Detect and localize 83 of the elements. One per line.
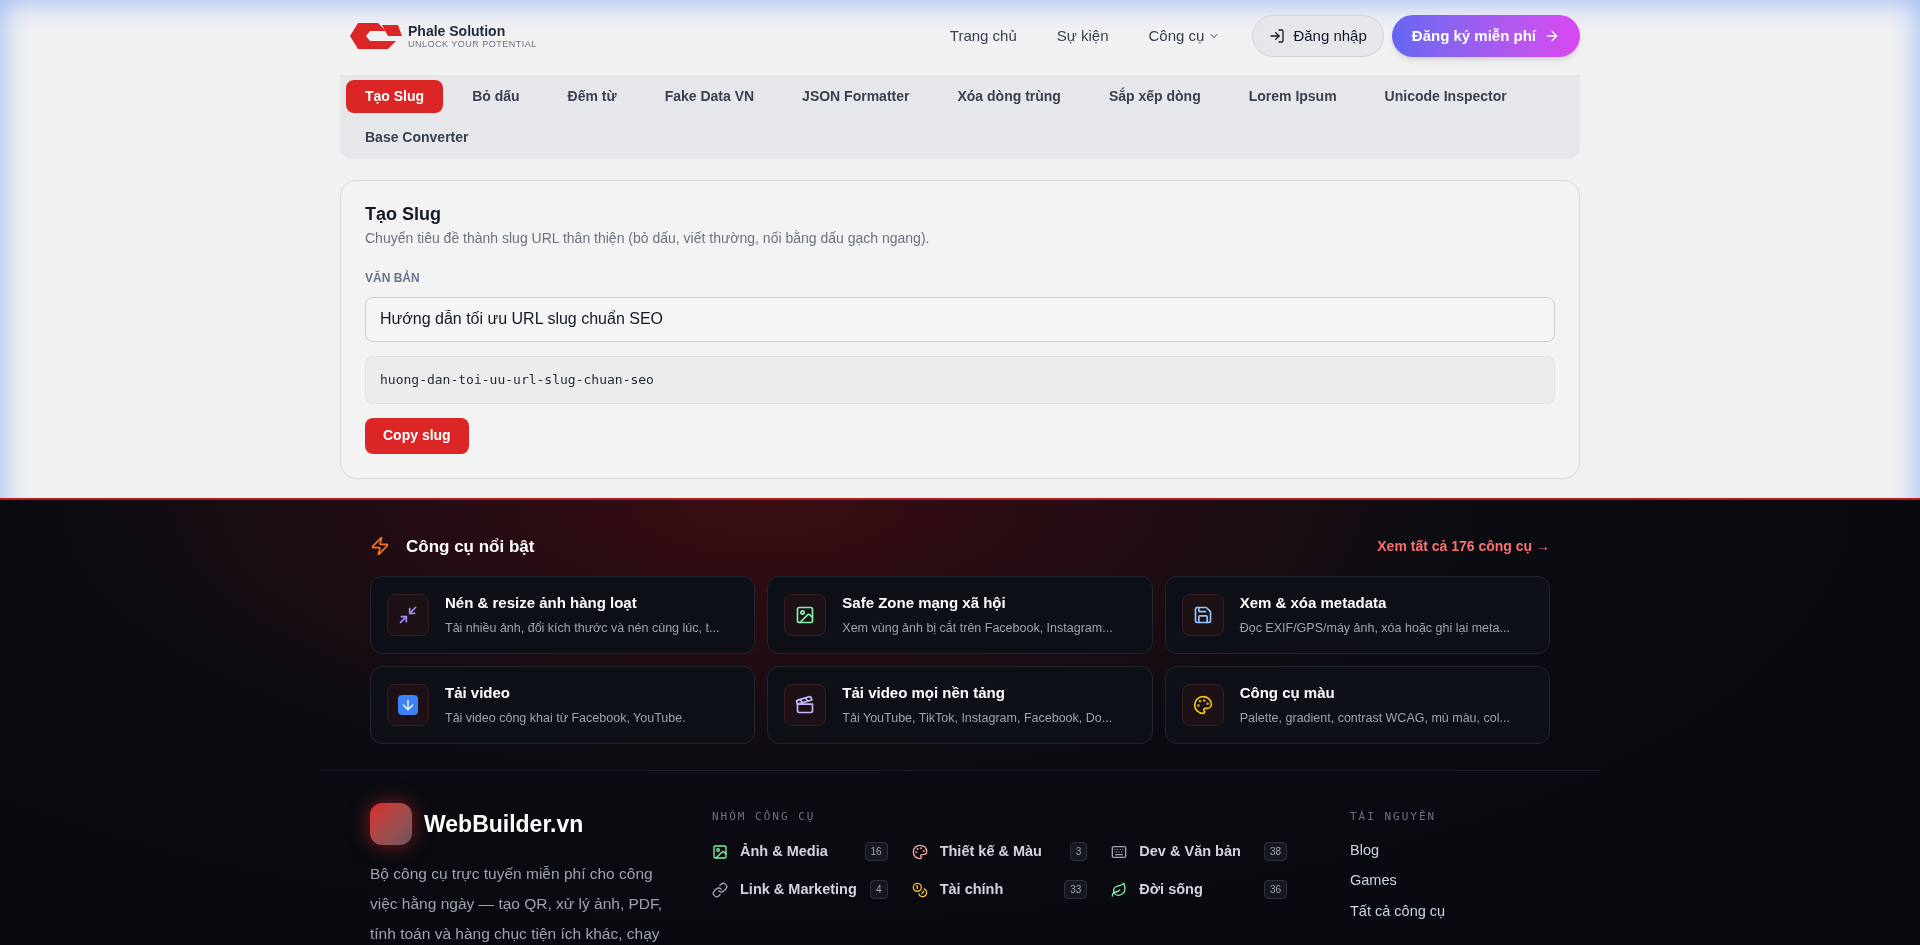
footer-brand: WebBuilder.vn	[424, 809, 584, 839]
tool-title: Tải video	[445, 683, 512, 704]
tool-title: Công cụ màu	[1239, 683, 1336, 704]
tool-description: Tải nhiều ảnh, đổi kích thước và nén cùng lúc, t...	[445, 619, 720, 637]
tool-card[interactable]: Nén & resize ảnh hàng loạt Tải nhiều ảnh, đổi kích thước và nén cùng lúc, t...	[370, 576, 756, 654]
copy-slug-button[interactable]: Copy slug	[365, 417, 469, 454]
column-heading: NHÓM CÔNG CỤ	[712, 809, 817, 825]
tool-tab[interactable]: Unicode Inspector	[1365, 80, 1526, 113]
column-heading: TÀI NGUYÊN	[1350, 809, 1438, 825]
resource-link[interactable]: Tất cả công cụ	[1350, 901, 1550, 923]
slug-output: huong-dan-toi-uu-url-slug-chuan-seo	[365, 355, 1555, 404]
tool-title: Xem & xóa metadata	[1239, 593, 1388, 614]
section-title: Công cụ nổi bật	[406, 535, 535, 558]
logo-icon	[348, 21, 404, 51]
count-badge: 36	[1263, 880, 1287, 899]
category-label: Tài chính	[939, 879, 1005, 899]
category-label: Ảnh & Media	[740, 841, 829, 861]
tool-card[interactable]: Công cụ màu Palette, gradient, contrast WCAG, mù màu, col...	[1164, 666, 1550, 744]
tool-description: Tải video công khai từ Facebook, YouTube.	[445, 709, 686, 727]
count-badge: 4	[870, 880, 888, 899]
count-badge: 33	[1064, 880, 1088, 899]
brand-tagline: UNLOCK YOUR POTENTIAL	[408, 39, 537, 49]
tool-description: Tải YouTube, TikTok, Instagram, Facebook, Do...	[842, 709, 1113, 727]
tool-description: Palette, gradient, contrast WCAG, mù màu, col...	[1239, 709, 1510, 727]
category-label: Thiết kế & Màu	[939, 841, 1043, 861]
link-icon	[712, 881, 728, 898]
login-icon	[1269, 28, 1286, 44]
category-link[interactable]: Tài chính 33	[911, 877, 1088, 902]
category-link[interactable]: Đời sống 36	[1111, 877, 1287, 902]
keyboard-icon	[1111, 843, 1128, 860]
tool-description: Xem vùng ảnh bị cắt trên Facebook, Instagram...	[842, 619, 1113, 637]
nav-link[interactable]: Sự kiện	[1036, 24, 1129, 48]
tool-tab[interactable]: Tạo Slug	[346, 80, 444, 113]
coins-icon	[911, 881, 928, 898]
field-label: VĂN BẢN	[365, 269, 421, 287]
palette-icon	[1192, 695, 1213, 715]
login-button[interactable]: Đăng nhập	[1252, 15, 1384, 57]
category-label: Dev & Văn bản	[1139, 841, 1242, 861]
tool-tab[interactable]: Lorem Ipsum	[1229, 80, 1356, 113]
category-link[interactable]: Thiết kế & Màu 3	[911, 839, 1088, 864]
tool-card[interactable]: Tải video Tải video công khai từ Facebook, YouTube.	[370, 666, 756, 744]
tool-tab[interactable]: JSON Formatter	[783, 80, 929, 113]
tool-tab[interactable]: Bỏ dấu	[453, 80, 539, 113]
image-icon	[795, 605, 816, 625]
tool-title: Safe Zone mạng xã hội	[842, 593, 1007, 614]
category-link[interactable]: Ảnh & Media 16	[712, 839, 888, 864]
tool-tab[interactable]: Đếm từ	[548, 80, 636, 113]
brand-logo-icon	[370, 803, 412, 845]
tool-tab[interactable]: Xóa dòng trùng	[938, 80, 1080, 113]
card-description: Chuyển tiêu đề thành slug URL thân thiện (bỏ dấu, viết thường, nối bằng dấu gạch ngang).	[365, 228, 931, 248]
count-badge: 16	[864, 842, 888, 861]
arrow-right-icon	[1544, 28, 1560, 44]
category-label: Link & Marketing	[740, 879, 858, 899]
resource-link[interactable]: Blog	[1350, 839, 1550, 862]
card-title: Tạo Slug	[365, 203, 442, 226]
category-link[interactable]: Dev & Văn bản 38	[1111, 839, 1287, 864]
image-icon	[712, 843, 728, 860]
signup-button[interactable]: Đăng ký miễn phí	[1391, 15, 1580, 57]
tool-card[interactable]: Safe Zone mạng xã hội Xem vùng ảnh bị cắt trên Facebook, Instagram...	[767, 576, 1153, 654]
nav-dropdown[interactable]: Công cụ	[1128, 24, 1241, 48]
tool-card[interactable]: Tải video mọi nền tảng Tải YouTube, TikTok, Instagram, Facebook, Do...	[767, 666, 1153, 744]
tool-description: Đọc EXIF/GPS/máy ảnh, xóa hoặc ghi lại meta...	[1239, 619, 1510, 637]
count-badge: 3	[1069, 842, 1088, 861]
category-label: Đời sống	[1139, 879, 1204, 899]
tool-title: Tải video mọi nền tảng	[842, 683, 1006, 704]
count-badge: 38	[1263, 842, 1287, 861]
nav-link[interactable]: Trang chủ	[929, 24, 1037, 48]
clapperboard-icon	[795, 695, 816, 715]
leaf-icon	[1111, 881, 1128, 898]
tool-tab[interactable]: Base Converter	[346, 121, 488, 154]
tool-tab[interactable]: Fake Data VN	[645, 80, 774, 113]
tool-tab[interactable]: Sắp xếp dòng	[1089, 80, 1220, 113]
brand-name: Phale Solution	[408, 23, 507, 38]
resource-link[interactable]: Games	[1350, 870, 1550, 892]
palette-icon	[911, 843, 928, 860]
category-link[interactable]: Link & Marketing 4	[712, 877, 888, 902]
text-input[interactable]: Hướng dẫn tối ưu URL slug chuẩn SEO	[365, 296, 1555, 342]
lightning-icon	[370, 536, 390, 557]
see-all-link[interactable]: Xem tất cả 176 công cụ →	[1377, 535, 1550, 557]
tool-card[interactable]: Xem & xóa metadata Đọc EXIF/GPS/máy ảnh, xóa hoặc ghi lại meta...	[1164, 576, 1550, 654]
shrink-icon	[398, 605, 418, 625]
tool-title: Nén & resize ảnh hàng loạt	[445, 593, 638, 614]
footer-description: Bộ công cụ trực tuyến miễn phí cho công việc hằng ngày — tạo QR, xử lý ảnh, PDF, tính toán và hàng chục tiện ích khác, chạy	[370, 864, 664, 944]
